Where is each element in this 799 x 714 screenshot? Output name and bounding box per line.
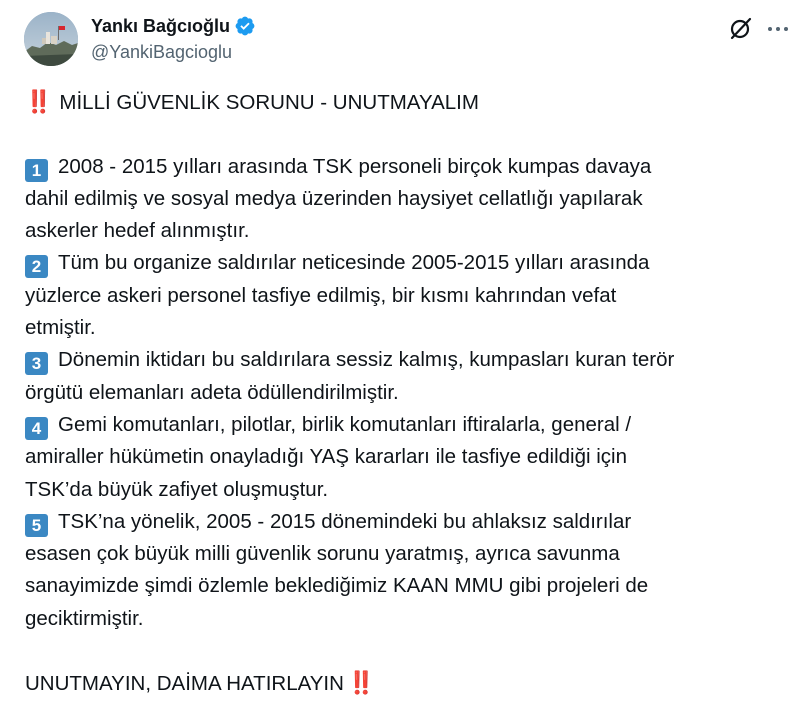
list-item: 1 2008 - 2015 yılları arasında TSK person… (25, 151, 777, 183)
author-display-name[interactable]: Yankı Bağcıoğlu (91, 14, 230, 38)
avatar[interactable] (24, 12, 78, 66)
list-item-continuation: askerler hedef alınmıştır. (25, 219, 250, 243)
tweet-closing-line: UNUTMAYIN, DAİMA HATIRLAYIN ‼️ (25, 667, 777, 699)
author-handle[interactable]: @YankiBagcioglu (91, 40, 256, 64)
list-item-text: Dönemin iktidarı bu saldırılara sessiz k… (58, 348, 675, 372)
list-item-continuation: TSK’da büyük zafiyet oluşmuştur. (25, 477, 329, 501)
tweet-title: MİLLİ GÜVENLİK SORUNU - UNUTMAYALIM (59, 91, 479, 114)
list-item-continuation: etmiştir. (25, 316, 96, 340)
author-names: Yankı Bağcıoğlu @YankiBagcioglu (91, 14, 256, 64)
list-item-continuation: esasen çok büyük milli güvenlik sorunu y… (25, 542, 620, 566)
list-item: 2 Tüm bu organize saldırılar neticesinde … (25, 247, 777, 279)
keycap-number-icon: 5 (25, 513, 48, 537)
list-item: 3 Dönemin iktidarı bu saldırılara sessiz … (25, 344, 777, 376)
list-item-continuation: geciktirmiştir. (25, 606, 144, 630)
display-name-row: Yankı Bağcıoğlu (91, 14, 256, 38)
list-item-text: Gemi komutanları, pilotlar, birlik komut… (58, 412, 632, 436)
avatar-image (24, 12, 78, 66)
keycap-number-icon: 4 (25, 416, 48, 440)
list-item-continuation: amiraller hükümetin onayladığı YAŞ karar… (25, 445, 627, 469)
tweet-title-line: ‼️ MİLLİ GÜVENLİK SORUNU - UNUTMAYALIM (25, 86, 777, 118)
keycap-number-icon: 2 (25, 255, 48, 279)
list-item: 4 Gemi komutanları, pilotlar, birlik komu… (25, 409, 777, 441)
list-item-text: Tüm bu organize saldırılar neticesinde 2… (58, 251, 650, 275)
list-item-continuation: örgütü elemanları adeta ödüllendirilmişt… (25, 380, 399, 404)
keycap-number-icon: 3 (25, 352, 48, 376)
list-item-text: 2008 - 2015 yılları arasında TSK persone… (58, 154, 652, 178)
list-item-continuation: sanayimizde şimdi özlemle beklediğimiz K… (25, 574, 649, 598)
verified-badge-icon[interactable] (234, 15, 256, 37)
double-exclamation-icon: ‼️ (347, 670, 375, 696)
more-options-icon[interactable] (765, 16, 791, 42)
grok-icon[interactable] (728, 16, 754, 42)
list-item: 5 TSK’na yönelik, 2005 - 2015 dönemindeki… (25, 506, 777, 538)
list-item-continuation: dahil edilmiş ve sosyal medya üzerinden … (25, 186, 643, 210)
double-exclamation-icon: ‼️ (25, 89, 52, 114)
tweet-closing: UNUTMAYIN, DAİMA HATIRLAYIN (25, 672, 344, 696)
keycap-number-icon: 1 (25, 158, 48, 182)
tweet-body: ‼️ MİLLİ GÜVENLİK SORUNU - UNUTMAYALIM 12… (25, 86, 777, 700)
list-item-text: TSK’na yönelik, 2005 - 2015 dönemindeki … (58, 509, 632, 533)
list-item-continuation: yüzlerce askeri personel tasfiye edilmiş… (25, 283, 617, 307)
tweet-header: Yankı Bağcıoğlu @YankiBagcioglu (24, 12, 788, 68)
